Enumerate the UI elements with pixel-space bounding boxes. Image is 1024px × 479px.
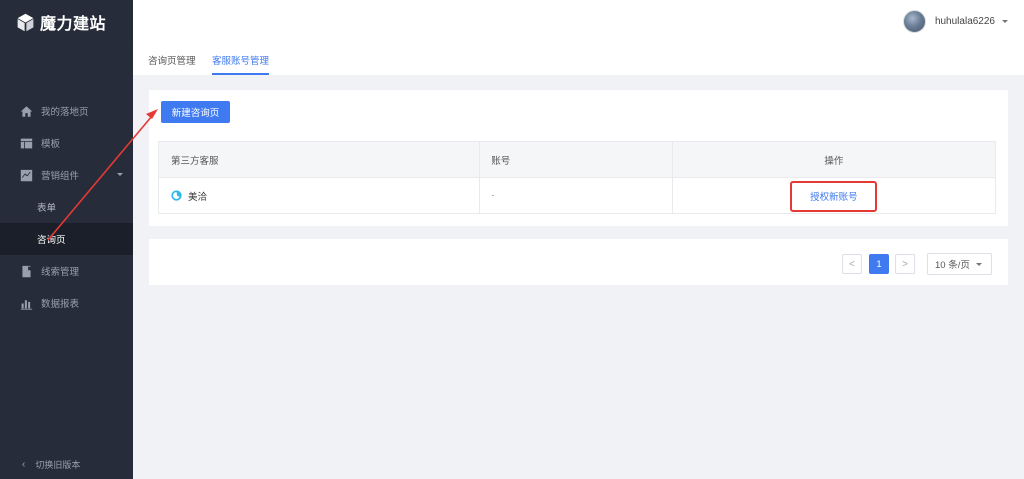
chevron-down-icon <box>117 173 123 176</box>
tab-bar: 咨询页管理 客服账号管理 <box>133 44 1024 75</box>
chevron-down-icon <box>975 262 982 266</box>
book-icon <box>20 265 33 278</box>
page-number-button[interactable]: 1 <box>869 254 889 274</box>
main-panel: 新建咨询页 第三方客服 账号 操作 美洽 - 授权新账号 <box>149 90 1008 226</box>
sidebar-item-label: 线索管理 <box>41 267 80 278</box>
table-header: 第三方客服 账号 操作 <box>159 142 995 178</box>
new-consult-page-button[interactable]: 新建咨询页 <box>161 101 230 123</box>
column-header-account: 账号 <box>480 142 673 177</box>
switch-version-label: 切换旧版本 <box>35 460 81 470</box>
page-size-select[interactable]: 10 条/页 <box>927 253 992 275</box>
meiqia-logo-icon <box>171 190 182 201</box>
sidebar-item-templates[interactable]: 模板 <box>0 127 133 159</box>
home-icon <box>20 105 33 118</box>
sidebar-nav: 我的落地页 模板 营销组件 表单 咨询页 线索管理 数据报表 <box>0 95 133 319</box>
sidebar-subitem-form[interactable]: 表单 <box>0 191 133 223</box>
template-icon <box>20 137 33 150</box>
chart-line-icon <box>20 169 33 182</box>
sidebar-item-landing-pages[interactable]: 我的落地页 <box>0 95 133 127</box>
prev-page-button[interactable]: < <box>842 254 862 274</box>
switch-version-link[interactable]: ‹ 切换旧版本 <box>22 458 80 471</box>
tab-cs-account-management[interactable]: 客服账号管理 <box>212 53 269 67</box>
account-cell: - <box>480 178 673 213</box>
provider-name: 美洽 <box>188 191 208 203</box>
sidebar-item-label: 数据报表 <box>41 299 80 310</box>
sidebar-item-label: 模板 <box>41 139 61 150</box>
provider-cell: 美洽 <box>159 178 481 213</box>
logo-text: 魔力建站 <box>40 16 107 33</box>
column-header-provider: 第三方客服 <box>159 142 481 177</box>
column-header-action: 操作 <box>824 155 844 167</box>
active-tab-indicator <box>212 73 269 75</box>
sidebar: 魔力建站 我的落地页 模板 营销组件 表单 咨询页 线索管理 数据报表 ‹ 切换… <box>0 0 133 479</box>
user-menu[interactable]: huhulala6226 <box>902 10 1008 33</box>
chevron-left-icon: ‹ <box>22 459 26 470</box>
sidebar-item-reports[interactable]: 数据报表 <box>0 287 133 319</box>
sidebar-item-marketing-components[interactable]: 营销组件 <box>0 159 133 191</box>
page-size-value: 10 条/页 <box>935 260 970 271</box>
username[interactable]: huhulala6226 <box>935 16 995 27</box>
avatar[interactable] <box>902 10 926 33</box>
pagination-panel: < 1 > 10 条/页 <box>149 239 1008 285</box>
annotation-highlight-box <box>790 181 877 212</box>
bar-chart-icon <box>20 297 33 310</box>
tab-consult-page-management[interactable]: 咨询页管理 <box>148 53 196 67</box>
chevron-down-icon[interactable] <box>1002 20 1008 23</box>
logo[interactable]: 魔力建站 <box>0 0 133 44</box>
sidebar-item-label: 营销组件 <box>41 171 80 182</box>
sidebar-item-label: 咨询页 <box>37 235 66 246</box>
sidebar-subitem-consult-page[interactable]: 咨询页 <box>0 223 133 255</box>
cube-logo-icon <box>17 13 34 31</box>
sidebar-item-leads[interactable]: 线索管理 <box>0 255 133 287</box>
top-header: huhulala6226 <box>133 0 1024 44</box>
next-page-button[interactable]: > <box>895 254 915 274</box>
sidebar-item-label: 表单 <box>37 203 57 214</box>
sidebar-item-label: 我的落地页 <box>41 107 89 118</box>
